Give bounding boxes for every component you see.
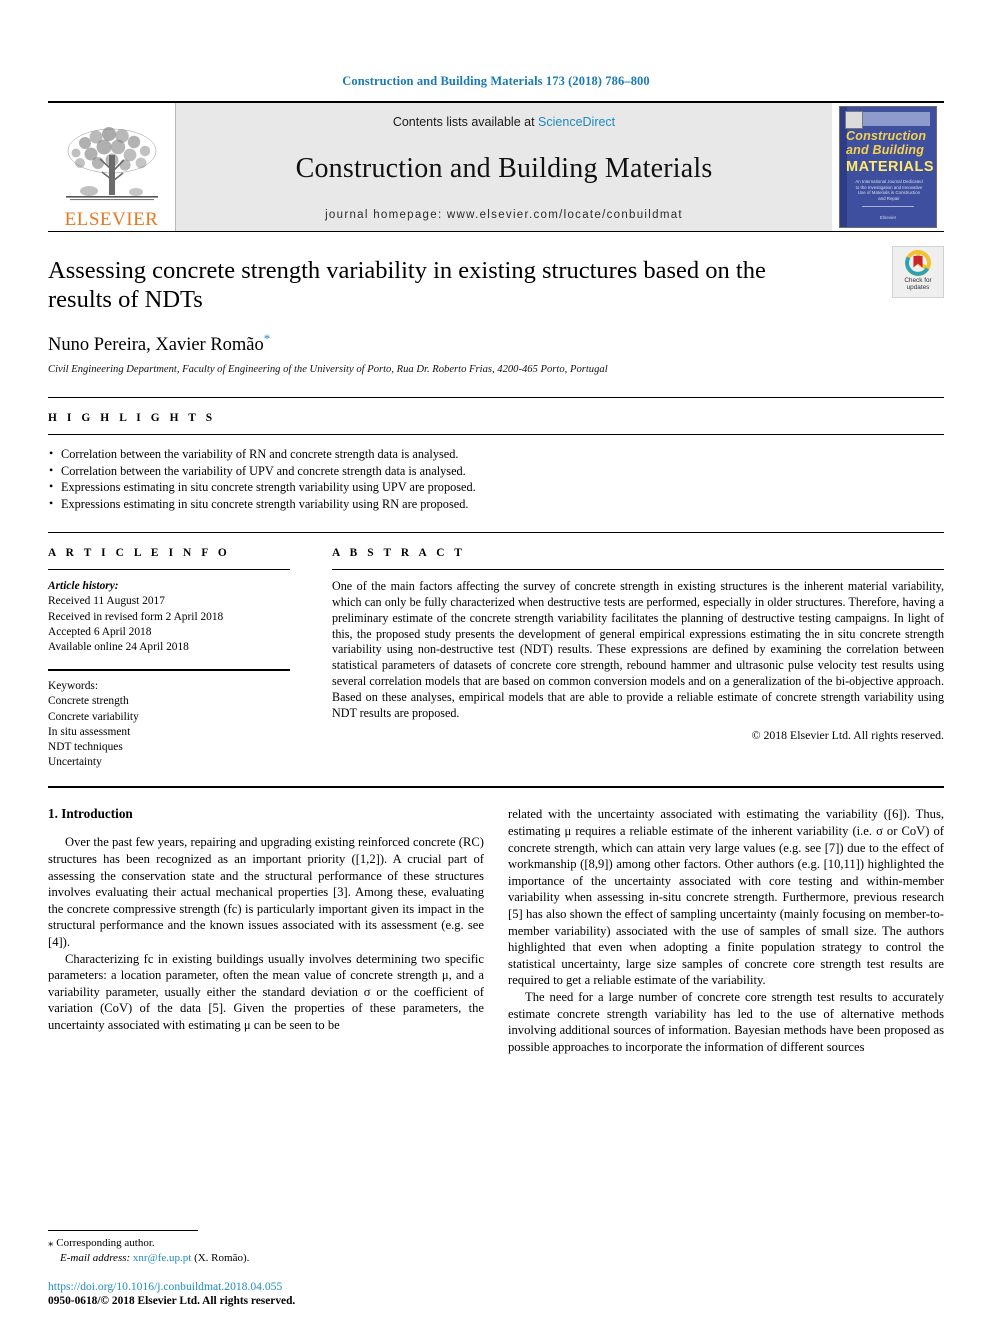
cover-subtext: An International Journal Dedicated to th… [855,179,923,201]
page-title: Assessing concrete strength variability … [48,257,766,313]
cover-title-line2: and Building [846,143,925,157]
keyword-item: Concrete strength [48,695,129,708]
history-accepted: Accepted 6 April 2018 [48,625,152,638]
cover-title-line1: Construction [846,129,927,143]
abstract-copyright: © 2018 Elsevier Ltd. All rights reserved… [751,728,944,743]
body-paragraph: The need for a large number of concrete … [508,989,944,1054]
article-history-label: Article history: [48,580,119,593]
cover-elsevier-icon [845,111,863,129]
body-column-right: related with the uncertainty associated … [508,806,944,1055]
keyword-item: NDT techniques [48,740,123,753]
email-link[interactable]: xnr@fe.up.pt [133,1252,191,1264]
crossmark-badge[interactable]: Check for updates [892,246,944,298]
info-abstract-section: A R T I C L E I N F O Article history: R… [48,532,944,770]
keywords-label: Keywords: [48,680,98,693]
contents-banner: Contents lists available at ScienceDirec… [176,103,832,231]
footnote-marker: ⁎ [48,1237,54,1249]
journal-masthead: ELSEVIER Contents lists available at Sci… [48,101,944,231]
cover-image: Construction and Building MATERIALS An I… [839,106,937,228]
paper-page: Construction and Building Materials 173 … [0,0,992,1323]
issn-copyright: 0950-0618/© 2018 Elsevier Ltd. All right… [48,1295,296,1307]
keyword-item: Uncertainty [48,756,102,769]
body-paragraph: related with the uncertainty associated … [508,807,944,988]
abstract-text: One of the main factors affecting the su… [332,579,944,720]
highlight-item: Correlation between the variability of R… [48,445,944,463]
contents-available-line: Contents lists available at ScienceDirec… [393,115,615,129]
highlights-heading: H I G H L I G H T S [48,412,216,425]
elsevier-wordmark: ELSEVIER [64,209,159,230]
author-names: Nuno Pereira, Xavier Romão [48,335,264,356]
corresponding-author-note: ⁎ Corresponding author. E-mail address: … [48,1236,484,1265]
history-revised: Received in revised form 2 April 2018 [48,610,224,623]
email-owner: (X. Romão). [194,1251,250,1264]
title-block: Assessing concrete strength variability … [48,231,944,375]
journal-homepage-link[interactable]: journal homepage: www.elsevier.com/locat… [325,209,683,221]
running-head: Construction and Building Materials 173 … [342,74,650,88]
cover-title-line3: MATERIALS [846,159,935,175]
body-paragraph: Characterizing fc in existing buildings … [48,951,484,1032]
body-paragraph: Over the past few years, repairing and u… [48,835,484,949]
doi-link[interactable]: https://doi.org/10.1016/j.conbuildmat.20… [48,1279,548,1294]
cover-divider [862,206,914,207]
body-top-rule [48,786,944,789]
keyword-item: Concrete variability [48,710,139,723]
section-heading-introduction: 1. Introduction [48,806,133,822]
highlights-list: Correlation between the variability of R… [48,435,944,512]
abstract-column: A B S T R A C T One of the main factors … [316,533,944,770]
article-info-column: A R T I C L E I N F O Article history: R… [48,533,316,770]
footer-doi-block: https://doi.org/10.1016/j.conbuildmat.20… [48,1279,548,1309]
journal-title: Construction and Building Materials [295,153,713,184]
contents-prefix: Contents lists available at [392,115,535,129]
highlights-section: H I G H L I G H T S Correlation between … [48,397,944,512]
highlight-item: Expressions estimating in situ concrete … [48,495,944,513]
crossmark-line2: updates [906,284,930,292]
history-online: Available online 24 April 2018 [48,640,189,653]
body-column-left: 1. Introduction Over the past few years,… [48,806,484,1055]
email-label: E-mail address: [60,1251,131,1264]
corresponding-author-text: Corresponding author. [56,1237,155,1249]
footnote-block: ⁎ Corresponding author. E-mail address: … [48,1230,484,1265]
keywords-block: Keywords: Concrete strength Concrete var… [48,669,290,770]
history-received: Received 11 August 2017 [48,595,165,608]
footnote-divider [48,1230,198,1231]
article-info-heading: A R T I C L E I N F O [48,547,231,560]
corresponding-author-marker: * [263,331,271,346]
crossmark-icon [905,250,931,276]
article-history-block: Article history: Received 11 August 2017… [48,570,290,655]
sciencedirect-link[interactable]: ScienceDirect [538,115,615,129]
highlight-item: Correlation between the variability of U… [48,462,944,480]
elsevier-logo: ELSEVIER [48,103,176,231]
highlight-item: Expressions estimating in situ concrete … [48,478,944,496]
cover-footer-text: Elsevier [879,215,897,220]
body-columns: 1. Introduction Over the past few years,… [48,806,944,1055]
crossmark-label: Check for updates [904,277,931,292]
journal-cover-thumbnail: Construction and Building MATERIALS An I… [832,103,944,231]
keyword-item: In situ assessment [48,725,131,738]
crossmark-line1: Check for [904,277,932,284]
elsevier-tree-icon [65,127,158,201]
abstract-heading: A B S T R A C T [332,547,466,560]
affiliation: Civil Engineering Department, Faculty of… [48,364,608,376]
author-list: Nuno Pereira, Xavier Romão* [48,331,944,356]
